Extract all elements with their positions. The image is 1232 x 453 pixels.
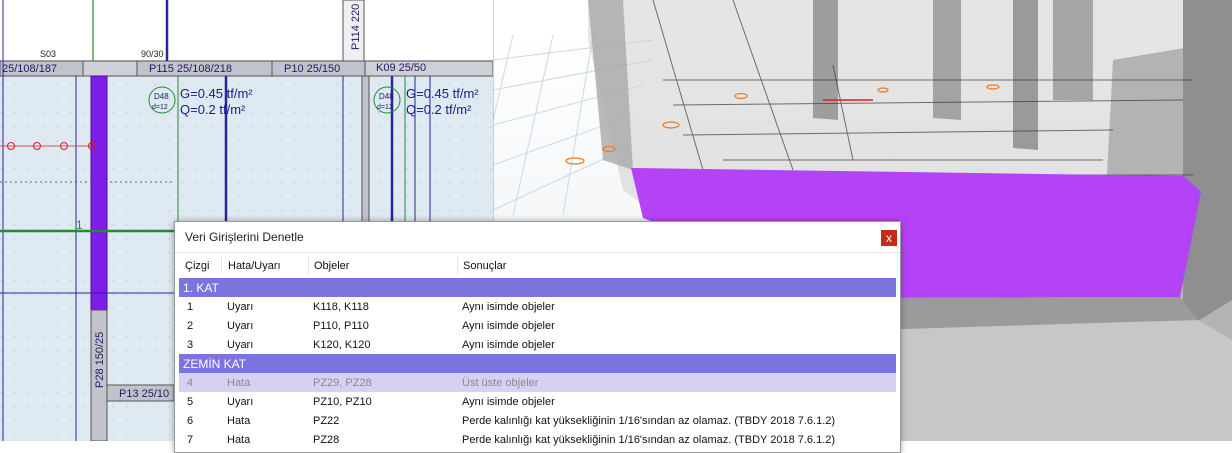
load-q-1: Q=0.2 tf/m² <box>180 102 246 117</box>
table-row[interactable]: 5 Uyarı PZ10, PZ10 Aynı isimde objeler <box>179 392 896 411</box>
label-p13: P13 25/10 <box>119 388 169 400</box>
cell-objects: K118, K118 <box>313 301 369 313</box>
cell-objects: PZ22 <box>313 415 340 427</box>
table-row[interactable]: 2 Uyarı P110, P110 Aynı isimde objeler <box>179 316 896 335</box>
label-p28: P28 150/25 <box>94 332 106 388</box>
group-header[interactable]: 1. KAT <box>179 278 896 297</box>
cell-line: 7 <box>187 434 194 446</box>
cell-type: Uyarı <box>227 301 254 313</box>
load-g-1: G=0.45 tf/m² <box>180 86 253 101</box>
slab-id-2: D48 <box>379 92 394 101</box>
cell-result: Perde kalınlığı kat yüksekliğinin 1/16's… <box>462 415 836 427</box>
label-dim-9030: 90/30 <box>141 49 164 59</box>
cell-result: Aynı isimde objeler <box>462 396 555 408</box>
cell-objects: P110, P110 <box>313 320 369 332</box>
load-q-2: Q=0.2 tf/m² <box>406 102 472 117</box>
label-k09: K09 25/50 <box>376 62 426 74</box>
cell-type: Hata <box>227 377 251 389</box>
cell-type: Hata <box>227 434 251 446</box>
label-s03: S03 <box>40 49 56 59</box>
cell-line: 3 <box>187 339 194 351</box>
cell-objects: PZ29, PZ28 <box>313 377 372 389</box>
cell-line: 2 <box>187 320 194 332</box>
table-row[interactable]: 6 Hata PZ22 Perde kalınlığı kat yüksekli… <box>179 411 896 430</box>
table-row[interactable]: 3 Uyarı K120, K120 Aynı isimde objeler <box>179 335 896 354</box>
cell-line: 4 <box>187 377 194 389</box>
slab-id-1: D48 <box>154 92 169 101</box>
cell-result: Üst üste objeler <box>462 377 539 389</box>
column-header-results[interactable]: Sonuçlar <box>463 260 506 272</box>
data-check-dialog[interactable]: Veri Girişlerini Denetle x Çizgi Hata/Uy… <box>174 221 901 453</box>
column-header-objects[interactable]: Objeler <box>314 260 349 272</box>
column-separator[interactable] <box>457 256 458 274</box>
results-list[interactable]: 1. KAT 1 Uyarı K118, K118 Aynı isimde ob… <box>179 278 896 449</box>
table-row[interactable]: 7 Hata PZ28 Perde kalınlığı kat yüksekli… <box>179 430 896 449</box>
load-g-2: G=0.45 tf/m² <box>406 86 479 101</box>
group-name: ZEMİN KAT <box>183 357 247 371</box>
cell-type: Uyarı <box>227 339 254 351</box>
column-separator[interactable] <box>308 256 309 274</box>
cell-type: Hata <box>227 415 251 427</box>
cell-type: Uyarı <box>227 396 254 408</box>
column-header-type[interactable]: Hata/Uyarı <box>228 260 281 272</box>
group-header[interactable]: ZEMİN KAT <box>179 354 896 373</box>
cell-line: 5 <box>187 396 194 408</box>
cell-type: Uyarı <box>227 320 254 332</box>
slab-thickness-1: d=12 <box>152 104 168 111</box>
cell-line: 6 <box>187 415 194 427</box>
cell-objects: K120, K120 <box>313 339 371 351</box>
cell-result: Aynı isimde objeler <box>462 301 555 313</box>
dialog-title: Veri Girişlerini Denetle <box>185 230 304 244</box>
cell-result: Aynı isimde objeler <box>462 339 555 351</box>
label-beam-left: 25/108/187 <box>2 63 57 75</box>
label-p114: P114 220 <box>350 4 362 50</box>
cell-line: 1 <box>187 301 194 313</box>
label-p115: P115 25/108/218 <box>149 63 232 75</box>
cell-objects: PZ28 <box>313 434 340 446</box>
slab-thickness-2: d=12 <box>377 104 393 111</box>
column-header-row: Çizgi Hata/Uyarı Objeler Sonuçlar <box>175 252 900 277</box>
column-separator[interactable] <box>221 256 222 274</box>
dialog-titlebar[interactable]: Veri Girişlerini Denetle x <box>175 222 900 253</box>
table-row[interactable]: 1 Uyarı K118, K118 Aynı isimde objeler <box>179 297 896 316</box>
group-name: 1. KAT <box>183 281 219 295</box>
column-header-line[interactable]: Çizgi <box>185 260 209 272</box>
cell-objects: PZ10, PZ10 <box>313 396 372 408</box>
table-row-selected[interactable]: 4 Hata PZ29, PZ28 Üst üste objeler <box>179 373 896 392</box>
close-button[interactable]: x <box>881 230 897 246</box>
cell-result: Aynı isimde objeler <box>462 320 555 332</box>
label-p10: P10 25/150 <box>284 63 340 75</box>
cell-result: Perde kalınlığı kat yüksekliğinin 1/16's… <box>462 434 836 446</box>
axis-label-1: 1 <box>76 218 83 232</box>
